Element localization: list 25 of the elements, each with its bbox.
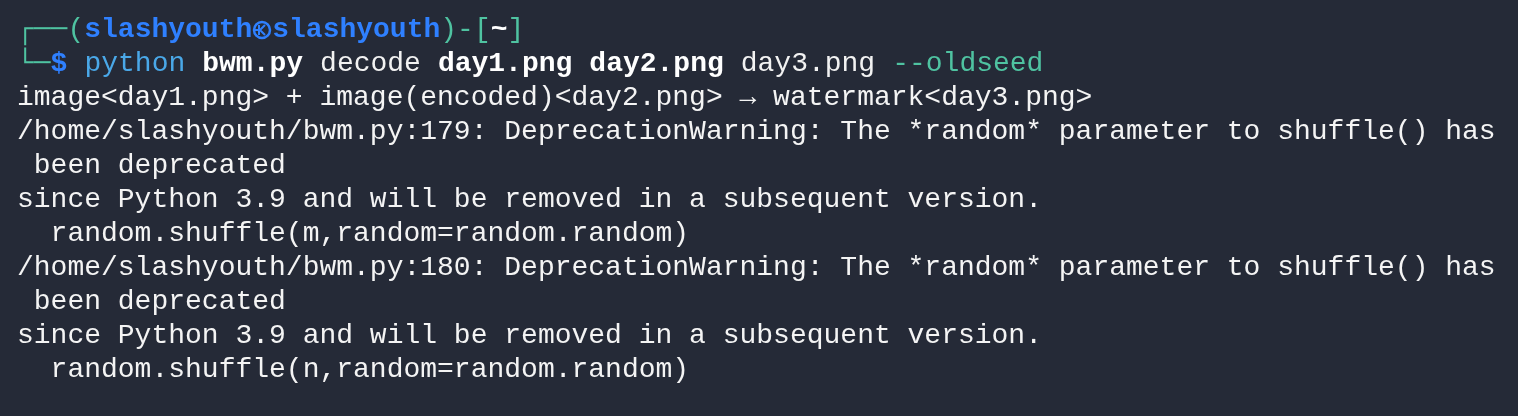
command-token: decode [320, 47, 421, 81]
output-line: /home/slashyouth/bwm.py:180: DeprecationWarning: The *random* parameter to shuffle() has [17, 251, 1496, 285]
command-token: day3.png [740, 47, 876, 81]
command-token: bwm.py [202, 47, 304, 81]
output-line: been deprecated [32, 149, 286, 183]
output-line: since Python 3.9 and will be removed in a subsequent version. [17, 183, 1042, 217]
prompt-corner: └─ [17, 47, 51, 81]
output-line: been deprecated [32, 285, 286, 319]
prompt-frame: )-[ [440, 13, 491, 47]
prompt-user: slashyouth [84, 13, 253, 47]
prompt-host: slashyouth [272, 13, 441, 47]
command-token: day2.png [589, 47, 724, 81]
output-line: random.shuffle(n,random=random.random) [49, 353, 690, 387]
prompt-directory: ~ [490, 13, 508, 47]
output-line: image<day1.png> + image(encoded)<day2.png> → watermark<day3.png> [17, 81, 1093, 115]
output-line: random.shuffle(m,random=random.random) [49, 217, 690, 251]
command-token: python [84, 47, 186, 81]
circled-k-icon [252, 20, 273, 40]
prompt-symbol: $ [50, 48, 68, 81]
prompt-frame: ┌──( [17, 13, 85, 47]
output-line: since Python 3.9 and will be removed in a subsequent version. [17, 319, 1042, 353]
prompt-frame: ] [507, 13, 525, 47]
command-token: --oldseed [892, 47, 1044, 81]
output-line: /home/slashyouth/bwm.py:179: DeprecationWarning: The *random* parameter to shuffle() has [17, 115, 1496, 149]
command-token: day1.png [437, 47, 573, 81]
